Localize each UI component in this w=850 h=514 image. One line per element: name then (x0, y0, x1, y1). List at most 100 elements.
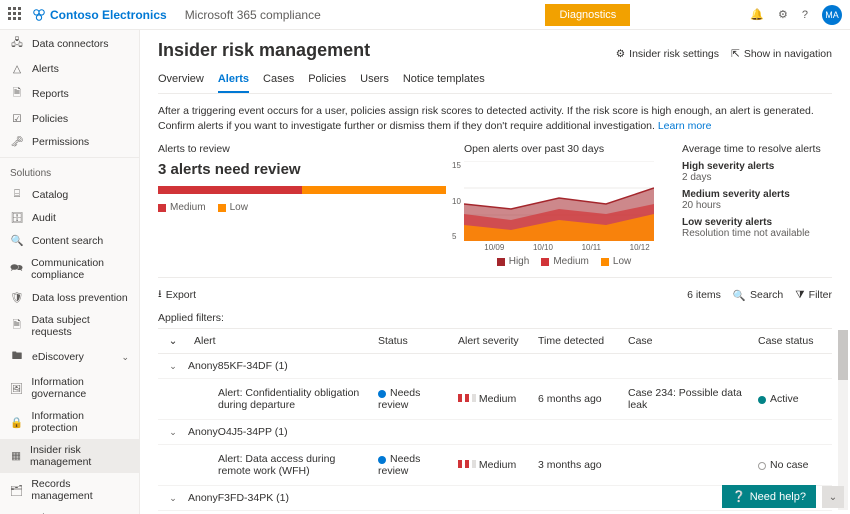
cell-alert: Alert: Confidentiality obligation during… (188, 387, 372, 411)
sidebar-item-insider-risk-management[interactable]: ▦ Insider risk management (0, 439, 139, 473)
metric-title: High severity alerts (682, 161, 832, 172)
cell-severity: Medium (452, 459, 532, 471)
sidebar-item-content-search[interactable]: 🔍Content search (0, 229, 139, 252)
sidebar-icon: 🖿 (10, 348, 24, 366)
status-dot-icon (758, 396, 766, 404)
metric-value: Resolution time not available (682, 228, 810, 239)
sidebar-item-records-management[interactable]: 🗂 Records management (0, 473, 139, 507)
sidebar-item-ediscovery[interactable]: 🖿 eDiscovery ⌄ (0, 343, 139, 371)
tabs: Overview Alerts Cases Policies Users Notice t… (158, 67, 832, 94)
avg-time-heading: Average time to resolve alerts (682, 143, 832, 155)
col-case-status[interactable]: Case status (752, 335, 832, 347)
alerts-review-bar (158, 186, 446, 194)
sidebar-item-label: Information governance (31, 376, 129, 400)
brand[interactable]: Contoso Electronics (32, 8, 167, 22)
sidebar-item-information-protection[interactable]: 🔒 Information protection (0, 405, 139, 439)
severity-bars-icon (458, 394, 476, 402)
sidebar-item-audit[interactable]: 🗄Audit (0, 206, 139, 229)
top-bar: Contoso Electronics Microsoft 365 compli… (0, 0, 850, 30)
collapse-arrow-icon[interactable]: ⌄ (822, 486, 844, 508)
col-alert[interactable]: Alert (188, 335, 372, 347)
show-in-navigation-link[interactable]: ⇱ Show in navigation (731, 48, 832, 60)
grid-header: ⌄ Alert Status Alert severity Time detec… (158, 329, 832, 354)
group-name: AnonyF3FD-34PK (1) (188, 492, 289, 504)
insider-risk-settings-link[interactable]: ⚙ Insider risk settings (616, 48, 719, 60)
sidebar-item-label: Information protection (31, 410, 129, 434)
avatar[interactable]: MA (822, 5, 842, 25)
chevron-down-icon: ⌄ (121, 352, 129, 363)
sidebar-item-label: Data connectors (32, 38, 108, 50)
sidebar-item-label: Communication compliance (31, 257, 129, 281)
sidebar-item-data-loss-prevention[interactable]: 🛡Data loss prevention (0, 286, 139, 309)
sidebar-item-information-governance[interactable]: 🖼Information governance (0, 371, 139, 405)
sidebar: 🖧Data connectors△Alerts🗎Reports ☑ Policies… (0, 30, 140, 514)
col-case[interactable]: Case (622, 335, 752, 347)
export-button[interactable]: ⭳ Export (158, 286, 196, 304)
metric: Low severity alertsResolution time not a… (682, 217, 832, 239)
sidebar-item-label: eDiscovery (32, 351, 84, 363)
sidebar-item-label: Insider risk management (30, 444, 129, 468)
app-launcher-icon[interactable] (8, 7, 24, 23)
sidebar-icon: ⌸ (10, 188, 24, 201)
sidebar-item-label: Policies (32, 113, 68, 125)
metric-value: 2 days (682, 172, 711, 183)
tab-users[interactable]: Users (360, 67, 389, 93)
bell-icon[interactable]: 🔔 (750, 8, 764, 21)
help-icon[interactable]: ? (802, 9, 808, 21)
chevron-down-icon[interactable]: ⌄ (158, 335, 188, 347)
sidebar-icon: 🗂 (10, 484, 23, 497)
sidebar-item-policies[interactable]: ☑ Policies (0, 108, 139, 130)
alert-group[interactable]: ⌄AnonyO4J5-34PP (1) (158, 420, 832, 445)
chart-legend: High Medium Low (464, 256, 664, 267)
sidebar-icon: ▦ (10, 450, 22, 462)
sidebar-item-data-connectors[interactable]: 🖧Data connectors (0, 30, 139, 58)
alert-group[interactable]: ⌄Anony85KF-34DF (1) (158, 354, 832, 379)
page-title: Insider risk management (158, 40, 370, 61)
scrollbar-thumb[interactable] (838, 330, 848, 380)
open-alerts-heading: Open alerts over past 30 days (464, 143, 664, 155)
sidebar-item-catalog[interactable]: ⌸Catalog (0, 183, 139, 206)
tab-notice-templates[interactable]: Notice templates (403, 67, 485, 93)
need-help-button[interactable]: ❔ Need help? (722, 485, 816, 508)
sidebar-item-label: Reports (32, 88, 69, 100)
col-severity[interactable]: Alert severity (452, 335, 532, 347)
metric-value: 20 hours (682, 200, 721, 211)
cell-case: Case 234: Possible data leak (622, 387, 752, 411)
sidebar-item-alerts[interactable]: △Alerts (0, 58, 139, 80)
main-content: Insider risk management ⚙ Insider risk s… (140, 30, 850, 514)
diagnostics-button[interactable]: Diagnostics (545, 4, 630, 26)
group-name: AnonyO4J5-34PP (1) (188, 426, 288, 438)
tab-cases[interactable]: Cases (263, 67, 294, 93)
tab-overview[interactable]: Overview (158, 67, 204, 93)
page-description: After a triggering event occurs for a us… (158, 94, 832, 143)
alert-row[interactable]: Alert: Confidentiality obligation during… (158, 379, 832, 420)
gear-icon[interactable]: ⚙ (778, 8, 788, 21)
sidebar-item-communication-compliance[interactable]: 🗪Communication compliance (0, 252, 139, 286)
col-status[interactable]: Status (372, 335, 452, 347)
brand-logo-icon (32, 8, 46, 22)
cell-time: 3 months ago (532, 459, 622, 471)
alert-row[interactable]: Alert: Data access during remote work (W… (158, 445, 832, 486)
sidebar-icon: 🗝 (10, 135, 24, 148)
learn-more-link[interactable]: Learn more (658, 120, 712, 132)
empty-circle-icon (758, 462, 766, 470)
cell-case-status: Active (752, 393, 832, 405)
severity-bars-icon (458, 460, 476, 468)
sidebar-icon: ☑ (10, 113, 24, 125)
col-time[interactable]: Time detected (532, 335, 622, 347)
sidebar-icon: 🗄 (10, 211, 24, 224)
status-dot-icon (378, 390, 386, 398)
tab-policies[interactable]: Policies (308, 67, 346, 93)
sidebar-item-privacy-management[interactable]: 🛡Privacy management (0, 507, 139, 514)
sidebar-item-permissions[interactable]: 🗝Permissions (0, 130, 139, 153)
sidebar-item-reports[interactable]: 🗎Reports (0, 80, 139, 108)
sidebar-icon: 🔒 (10, 416, 23, 429)
filter-button[interactable]: ⧩ Filter (795, 289, 832, 302)
tab-alerts[interactable]: Alerts (218, 67, 249, 93)
alerts-review-legend: Medium Low (158, 202, 446, 213)
cell-status: Needs review (372, 453, 452, 477)
search-button[interactable]: 🔍 Search (733, 289, 783, 302)
alerts-review-count: 3 alerts need review (158, 161, 446, 178)
sidebar-item-data-subject-requests[interactable]: 🗎Data subject requests (0, 309, 139, 343)
sidebar-item-label: Records management (31, 478, 129, 502)
